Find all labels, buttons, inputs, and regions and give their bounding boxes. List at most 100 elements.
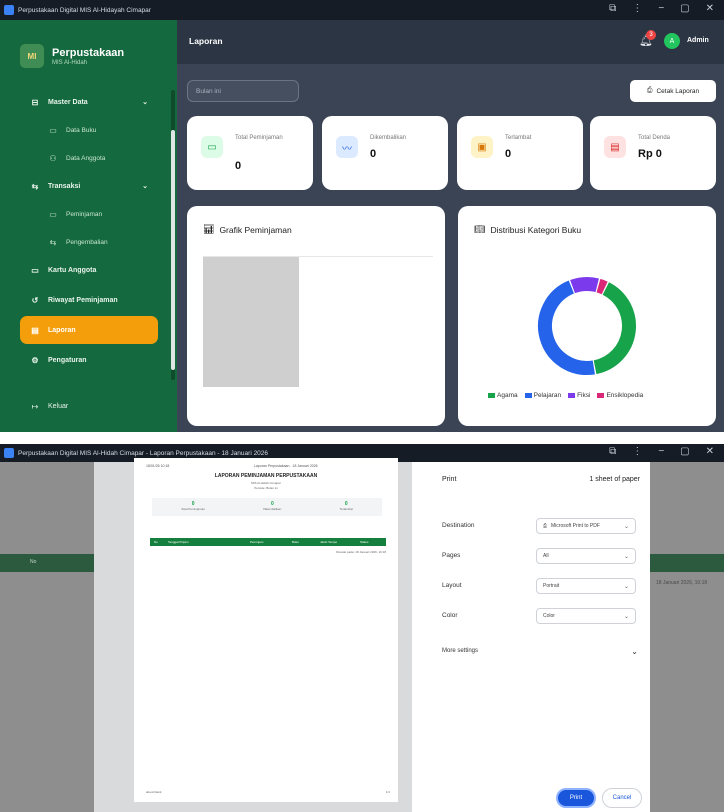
sidebar-item-kartu-anggota[interactable]: ▭ Kartu Anggota: [20, 256, 158, 284]
layout-value: Portrait: [543, 583, 560, 589]
page-header-right: Laporan Perpustakaan - 18 Januari 2026: [254, 464, 318, 468]
database-icon: ⊟: [31, 97, 39, 107]
sidebar-item-keluar[interactable]: ↦ Keluar: [20, 392, 158, 420]
cancel-button[interactable]: Cancel: [602, 788, 642, 808]
extension-icon[interactable]: ⧉: [609, 3, 616, 14]
print-button[interactable]: Print: [556, 788, 596, 808]
period-select[interactable]: Bulan ini: [187, 80, 299, 102]
maximize-icon[interactable]: ▢: [680, 3, 689, 14]
sidebar-item-peminjaman[interactable]: ▭ Peminjaman: [20, 200, 158, 228]
layout-select[interactable]: Portrait ⌄: [536, 578, 636, 594]
sidebar-item-label: Riwayat Peminjaman: [48, 296, 118, 304]
destination-select[interactable]: ⎙ Microsoft Print to PDF ⌄: [536, 518, 636, 534]
print-dialog-title: Print: [442, 476, 457, 483]
maximize-icon[interactable]: ▢: [680, 446, 689, 457]
print-report-label: Cetak Laporan: [656, 87, 700, 95]
print-report-button[interactable]: ⎙ Cetak Laporan: [630, 80, 716, 102]
stat-value: 0: [505, 148, 512, 160]
sidebar-item-data-anggota[interactable]: ⚇ Data Anggota: [20, 144, 158, 172]
card-title-text: Grafik Peminjaman: [219, 224, 292, 235]
document-table-header: No Tanggal Pinjam Peminjam Buku Jatuh Te…: [150, 538, 386, 546]
sidebar-item-data-buku[interactable]: ▭ Data Buku: [20, 116, 158, 144]
legend-item[interactable]: Pelajaran: [524, 392, 561, 399]
gear-icon: ⚙: [31, 355, 39, 365]
printer-icon: ⎙: [543, 523, 548, 529]
chevron-down-icon: ⌄: [623, 583, 629, 590]
donut-chart: [538, 277, 636, 375]
legend-swatch: [488, 393, 495, 398]
sidebar-item-master-data[interactable]: ⊟ Master Data ⌄: [20, 88, 158, 116]
stat-label: Total Denda: [638, 135, 671, 141]
history-icon: ↺: [31, 295, 39, 305]
page-title: Laporan: [189, 36, 223, 46]
stat-label: Total Peminjaman: [235, 135, 283, 141]
sidebar-item-pengembalian[interactable]: ⇆ Pengembalian: [20, 228, 158, 256]
main-content: Bulan ini ⎙ Cetak Laporan ▭ Total Peminj…: [177, 64, 724, 432]
brand-subtitle: MIS Al-Hidah: [52, 59, 88, 66]
window-title: Perpustakaan Digital MIS Al-Hidayah Cima…: [18, 6, 151, 14]
background-column-label: No: [30, 559, 37, 565]
extension-icon[interactable]: ⧉: [609, 446, 616, 457]
app-window-laporan: Perpustakaan Digital MIS Al-Hidayah Cima…: [0, 0, 724, 432]
legend-item[interactable]: Agama: [488, 392, 518, 399]
sidebar-item-label: Keluar: [48, 402, 69, 410]
book-open-icon: 📖︎: [474, 224, 486, 234]
minimize-icon[interactable]: −: [658, 3, 664, 14]
donut-slice-fiksi[interactable]: [570, 277, 599, 294]
sidebar-item-riwayat-peminjaman[interactable]: ↺ Riwayat Peminjaman: [20, 286, 158, 314]
sidebar-item-label: Master Data: [48, 98, 88, 106]
card-title: 📖︎ Distribusi Kategori Buku: [474, 224, 581, 235]
book-icon: ▭: [201, 136, 223, 158]
notification-badge: 3: [646, 30, 656, 40]
window-controls: ⧉ ⋮ − ▢ ✕: [609, 446, 714, 457]
page-header-left: 18/01/26 10:18: [146, 464, 170, 468]
sidebar: MI Perpustakaan MIS Al-Hidah ⊟ Master Da…: [0, 20, 177, 432]
sidebar-item-laporan[interactable]: ▤ Laporan: [20, 316, 158, 344]
donut-slice-ensiklopedia[interactable]: [596, 278, 608, 295]
legend-item[interactable]: Fiksi: [568, 392, 590, 399]
sidebar-scrollbar[interactable]: [171, 90, 175, 380]
book-icon: ▭: [49, 125, 57, 135]
avatar[interactable]: A: [664, 33, 680, 49]
chevron-down-icon[interactable]: ⌄: [631, 647, 638, 656]
scrollbar-thumb[interactable]: [171, 130, 175, 370]
brand-logo: MI: [20, 44, 44, 68]
more-settings-toggle[interactable]: More settings: [442, 648, 478, 654]
chevron-down-icon: ⌄: [623, 523, 629, 530]
minimize-icon[interactable]: −: [658, 446, 664, 457]
sidebar-item-label: Pengaturan: [48, 356, 87, 364]
stat-card-total-denda: ▤ Total Denda Rp 0: [590, 116, 716, 190]
sidebar-item-label: Pengembalian: [66, 238, 108, 246]
legend-item[interactable]: Ensiklopedia: [597, 392, 643, 399]
stat-value: 0: [235, 160, 242, 172]
layout-label: Layout: [442, 582, 462, 589]
pages-select[interactable]: All ⌄: [536, 548, 636, 564]
trend-icon: 〰: [336, 136, 358, 158]
sheet-count: 1 sheet of paper: [589, 476, 640, 483]
document-period: Periode: Bulan ini: [254, 486, 278, 490]
pages-value: All: [543, 553, 549, 559]
printer-icon: ⎙: [646, 87, 653, 94]
color-select[interactable]: Color ⌄: [536, 608, 636, 624]
book-out-icon: ▭: [49, 209, 57, 219]
destination-value: Microsoft Print to PDF: [551, 523, 600, 529]
legend-swatch: [524, 393, 532, 398]
admin-name[interactable]: Admin: [687, 37, 709, 44]
sidebar-item-label: Transaksi: [48, 182, 81, 190]
donut-slice-pelajaran[interactable]: [538, 280, 595, 375]
close-icon[interactable]: ✕: [706, 3, 714, 14]
sidebar-item-pengaturan[interactable]: ⚙ Pengaturan: [20, 346, 158, 374]
borrow-chart-area: [203, 256, 433, 387]
sidebar-item-transaksi[interactable]: ⇆ Transaksi ⌄: [20, 172, 158, 200]
page-footer-left: about:blank: [146, 790, 162, 794]
close-icon[interactable]: ✕: [706, 446, 714, 457]
receipt-icon: ▤: [604, 136, 626, 158]
destination-label: Destination: [442, 522, 475, 529]
brand: MI Perpustakaan MIS Al-Hidah: [20, 44, 124, 68]
menu-icon[interactable]: ⋮: [632, 446, 642, 457]
background-date: 18 Januari 2026, 10:18: [656, 580, 708, 586]
legend-label: Agama: [497, 392, 518, 399]
donut-slice-agama[interactable]: [593, 282, 636, 375]
card-icon: ▭: [31, 265, 39, 275]
menu-icon[interactable]: ⋮: [632, 3, 642, 14]
